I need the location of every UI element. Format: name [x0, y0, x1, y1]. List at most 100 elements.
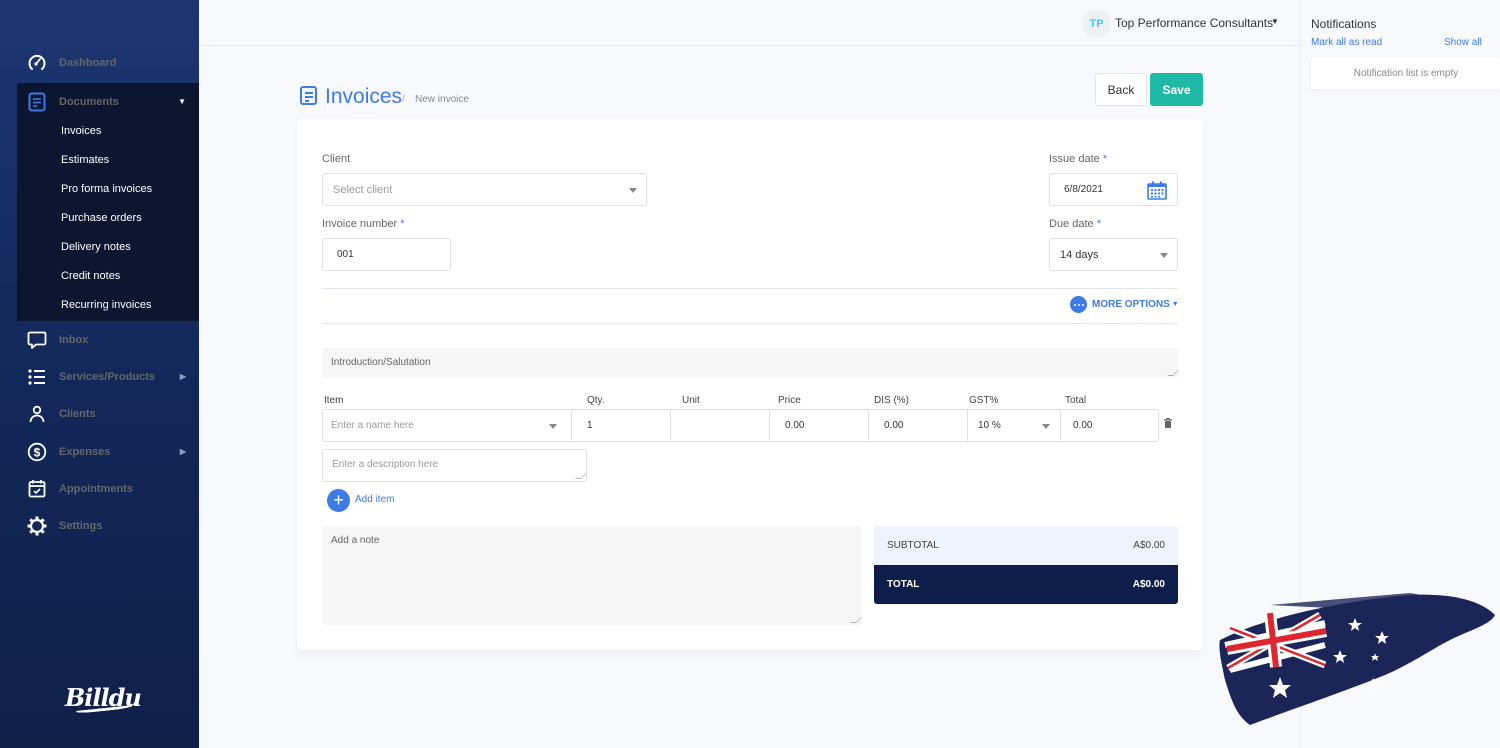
- show-all-link[interactable]: Show all: [1444, 37, 1482, 48]
- item-description-placeholder: Enter a description here: [332, 459, 439, 470]
- caret-down-icon[interactable]: ▼: [1271, 17, 1279, 26]
- issue-date-label-text: Issue date: [1049, 153, 1100, 165]
- issue-date-input[interactable]: 6/8/2021: [1049, 173, 1178, 206]
- svg-text:$: $: [34, 445, 41, 459]
- chevron-right-icon: ▶: [179, 372, 186, 381]
- divider: [322, 288, 1178, 289]
- dollar-circle-icon: $: [26, 441, 48, 463]
- divider: [322, 323, 1178, 324]
- breadcrumb-separator: /: [402, 94, 405, 105]
- invoice-number-input[interactable]: 001: [322, 238, 451, 271]
- invoice-document-icon: [300, 86, 317, 105]
- sidebar-item-label: Services/Products: [59, 370, 155, 383]
- more-dots-icon: [1070, 296, 1087, 313]
- caret-down-icon: ▼: [178, 97, 186, 106]
- due-date-label-text: Due date: [1049, 218, 1094, 230]
- company-avatar[interactable]: TP: [1082, 9, 1111, 38]
- required-asterisk: *: [1096, 218, 1101, 230]
- caret-down-icon: ▼: [1171, 301, 1179, 308]
- total-input[interactable]: 0.00: [1060, 409, 1159, 442]
- save-button[interactable]: Save: [1150, 73, 1203, 106]
- column-header-item: Item: [324, 395, 344, 406]
- chat-bubble-icon: [26, 329, 48, 351]
- gst-value: 10 %: [978, 420, 1001, 431]
- sidebar-item-documents[interactable]: Documents ▼: [0, 83, 199, 120]
- sidebar-item-label: Dashboard: [59, 56, 117, 69]
- column-header-qty: Qty.: [587, 395, 605, 406]
- client-label: Client: [322, 153, 351, 165]
- sidebar-item-settings[interactable]: Settings: [0, 507, 199, 544]
- calendar-icon[interactable]: [1147, 181, 1167, 203]
- item-name-placeholder: Enter a name here: [331, 420, 414, 431]
- invoice-form-card: Client Select client Invoice number * 00…: [297, 119, 1203, 650]
- sidebar-item-label: Inbox: [59, 333, 89, 346]
- submenu-item-credit-notes[interactable]: Credit notes: [61, 270, 120, 282]
- client-select[interactable]: Select client: [322, 173, 647, 206]
- submenu-item-purchase-orders[interactable]: Purchase orders: [61, 212, 142, 224]
- add-item-plus-icon[interactable]: +: [327, 489, 350, 512]
- mark-all-read-link[interactable]: Mark all as read: [1311, 37, 1382, 48]
- introduction-placeholder: Introduction/Salutation: [331, 357, 431, 368]
- sidebar-item-inbox[interactable]: Inbox: [0, 321, 199, 358]
- column-header-total: Total: [1065, 395, 1087, 406]
- column-header-unit: Unit: [682, 395, 700, 406]
- user-icon: [26, 403, 48, 425]
- column-header-gst: GST%: [969, 395, 999, 406]
- price-input[interactable]: 0.00: [769, 409, 869, 442]
- notification-empty-message: Notification list is empty: [1311, 58, 1500, 89]
- gear-icon: [26, 515, 48, 537]
- sidebar-item-label: Settings: [59, 519, 103, 532]
- discount-input[interactable]: 0.00: [868, 409, 968, 442]
- submenu-item-delivery-notes[interactable]: Delivery notes: [61, 241, 131, 253]
- list-icon: [26, 366, 48, 388]
- qty-input[interactable]: 1: [571, 409, 671, 442]
- sidebar-item-services-products[interactable]: Services/Products ▶: [0, 358, 199, 395]
- submenu-item-pro-forma-invoices[interactable]: Pro forma invoices: [61, 183, 152, 195]
- more-options-button[interactable]: MORE OPTIONS ▼: [1070, 296, 1179, 313]
- sidebar-item-dashboard[interactable]: Dashboard: [0, 44, 199, 81]
- sidebar: Dashboard Documents ▼ Invoices Estimates…: [0, 0, 199, 748]
- sidebar-item-clients[interactable]: Clients: [0, 395, 199, 432]
- caret-down-icon: [629, 187, 637, 193]
- sidebar-item-label: Expenses: [59, 445, 111, 458]
- item-name-select[interactable]: Enter a name here: [322, 409, 572, 442]
- subtotal-value: A$0.00: [1133, 540, 1165, 551]
- issue-date-value: 6/8/2021: [1064, 184, 1103, 195]
- sidebar-item-appointments[interactable]: Appointments: [0, 470, 199, 507]
- item-description-textarea[interactable]: Enter a description here: [322, 449, 587, 482]
- company-switcher[interactable]: Top Performance Consultants: [1115, 16, 1273, 30]
- unit-input[interactable]: [670, 409, 770, 442]
- notifications-title: Notifications: [1311, 17, 1377, 31]
- due-date-value: 14 days: [1060, 248, 1099, 261]
- resize-handle[interactable]: [575, 473, 587, 479]
- total-value: A$0.00: [1132, 579, 1165, 590]
- submenu-item-invoices[interactable]: Invoices: [61, 125, 101, 137]
- subtotal-label: SUBTOTAL: [887, 540, 939, 551]
- note-textarea[interactable]: Add a note: [322, 526, 862, 625]
- caret-down-icon: [549, 423, 557, 429]
- column-header-discount: DIS (%): [874, 395, 909, 406]
- more-options-label: MORE OPTIONS: [1092, 299, 1170, 310]
- sidebar-item-label: Appointments: [59, 482, 133, 495]
- sidebar-item-label: Documents: [59, 95, 119, 108]
- submenu-item-estimates[interactable]: Estimates: [61, 154, 109, 166]
- required-asterisk: *: [400, 218, 405, 230]
- back-button[interactable]: Back: [1095, 73, 1147, 106]
- client-placeholder: Select client: [333, 183, 393, 196]
- issue-date-label: Issue date *: [1049, 153, 1107, 165]
- add-item-button[interactable]: Add item: [355, 494, 394, 505]
- introduction-textarea[interactable]: Introduction/Salutation: [322, 348, 1179, 378]
- document-icon: [26, 91, 48, 113]
- total-row: TOTAL A$0.00: [874, 565, 1178, 604]
- resize-handle[interactable]: [850, 617, 862, 623]
- trash-icon[interactable]: [1164, 418, 1172, 428]
- caret-down-icon: [1042, 423, 1050, 429]
- sidebar-item-expenses[interactable]: $ Expenses ▶: [0, 433, 199, 470]
- gst-select[interactable]: 10 %: [967, 409, 1061, 442]
- total-label: TOTAL: [887, 579, 920, 590]
- chevron-right-icon: ▶: [179, 447, 186, 456]
- resize-handle[interactable]: [1167, 370, 1179, 376]
- submenu-item-recurring-invoices[interactable]: Recurring invoices: [61, 299, 151, 311]
- australian-flag-icon: [1219, 593, 1495, 725]
- due-date-select[interactable]: 14 days: [1049, 238, 1178, 271]
